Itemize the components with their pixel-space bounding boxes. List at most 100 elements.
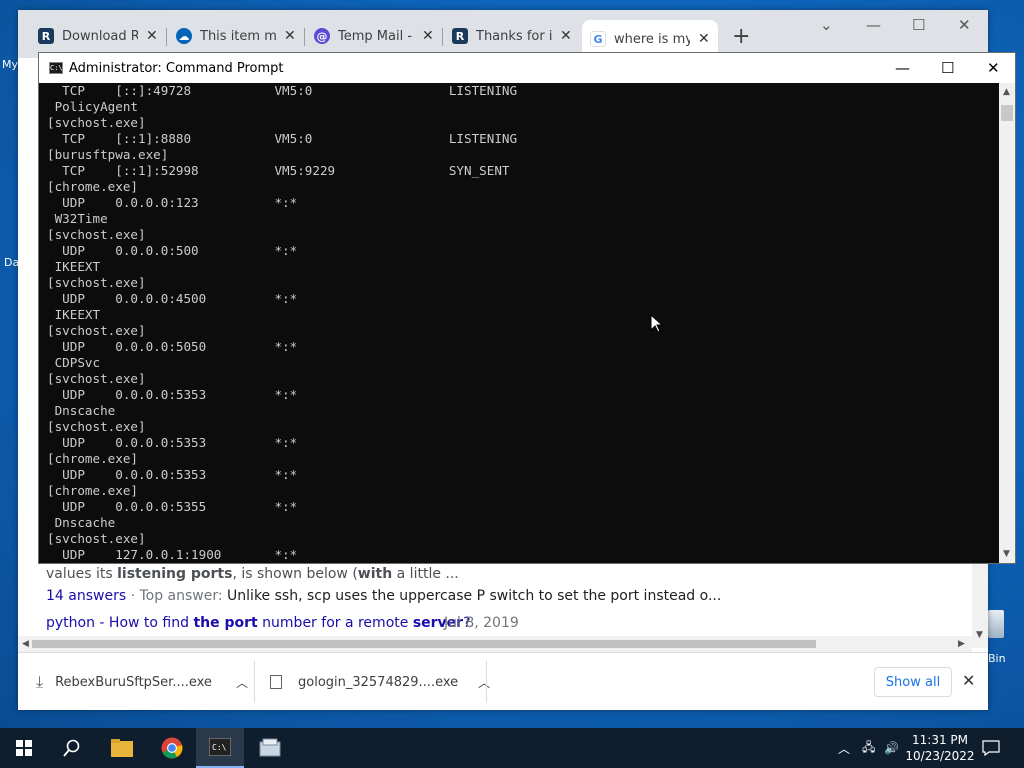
- cmd-output-line: [svchost.exe]: [47, 419, 146, 434]
- recycle-bin-label: Bin: [988, 652, 1006, 665]
- tab-title: where is my b: [614, 31, 690, 47]
- google-icon: G: [590, 31, 606, 47]
- file-explorer-button[interactable]: [98, 728, 146, 768]
- result-answers: 14 answers · Top answer: Unlike ssh, scp…: [46, 588, 722, 604]
- command-prompt-window: C:\ Administrator: Command Prompt — ☐ ✕ …: [38, 52, 1016, 564]
- terminal-icon: C:\: [209, 738, 231, 756]
- cmd-output-line: [burusftpwa.exe]: [47, 147, 169, 162]
- show-hidden-icons[interactable]: ︿: [838, 728, 850, 768]
- svg-text:C:\: C:\: [212, 743, 227, 752]
- cmd-output-line: PolicyAgent: [47, 99, 138, 114]
- chevron-up-icon[interactable]: ︿: [236, 674, 248, 691]
- cmd-output-line: [svchost.exe]: [47, 275, 146, 290]
- app-icon: [259, 738, 281, 757]
- cmd-output-line: TCP [::1]:52998 VM5:9229 SYN_SENT: [47, 163, 510, 178]
- rebex-icon: R: [38, 28, 54, 44]
- browser-tab[interactable]: ☁ This item mig ✕: [168, 22, 304, 50]
- cmd-output-line: W32Time: [47, 211, 108, 226]
- download-item[interactable]: ⤓ RebexBuruSftpSer....exe ︿: [36, 653, 248, 711]
- new-tab-button[interactable]: +: [732, 24, 750, 49]
- window-title: Administrator: Command Prompt: [69, 60, 284, 76]
- scroll-up-icon[interactable]: ▲: [1003, 87, 1010, 97]
- download-bar: ⤓ RebexBuruSftpSer....exe ︿ gologin_3257…: [18, 652, 988, 710]
- desktop-icon-label[interactable]: My: [2, 58, 18, 71]
- maximize-button[interactable]: ☐: [912, 16, 925, 34]
- chrome-button[interactable]: [148, 728, 196, 768]
- cmd-icon: C:\: [49, 62, 63, 74]
- clock-date: 10/23/2022: [905, 749, 975, 763]
- download-item[interactable]: gologin_32574829....exe ︿: [270, 653, 490, 711]
- app-taskbar-button[interactable]: [246, 728, 294, 768]
- chrome-icon: [161, 737, 183, 759]
- close-icon[interactable]: ✕: [560, 28, 572, 44]
- chevron-up-icon[interactable]: ︿: [478, 674, 490, 691]
- cmd-output-line: [svchost.exe]: [47, 323, 146, 338]
- cmd-output-line: UDP 127.0.0.1:1900 *:*: [47, 547, 298, 562]
- tempmail-icon: @: [314, 28, 330, 44]
- file-icon: [270, 675, 282, 689]
- scroll-down-icon[interactable]: ▼: [1003, 549, 1010, 559]
- close-icon[interactable]: ✕: [698, 31, 710, 47]
- notifications-icon[interactable]: [982, 728, 1000, 768]
- close-icon[interactable]: ✕: [962, 671, 975, 690]
- cmd-output-line: IKEEXT: [47, 307, 101, 322]
- clock[interactable]: 11:31 PM 10/23/2022: [904, 732, 976, 764]
- cmd-output-line: UDP 0.0.0.0:4500 *:*: [47, 291, 298, 306]
- show-all-button[interactable]: Show all: [874, 667, 952, 697]
- cmd-scrollbar[interactable]: ▲ ▼: [999, 83, 1015, 563]
- cmd-output-line: [chrome.exe]: [47, 451, 138, 466]
- scroll-right-icon[interactable]: ▶: [958, 639, 965, 649]
- cmd-output-line: Dnscache: [47, 515, 116, 530]
- cmd-output-line: UDP 0.0.0.0:5353 *:*: [47, 435, 298, 450]
- close-button[interactable]: ✕: [987, 59, 1000, 77]
- close-button[interactable]: ✕: [958, 16, 971, 34]
- cmd-title-bar[interactable]: C:\ Administrator: Command Prompt — ☐ ✕: [39, 53, 1015, 83]
- minimize-button[interactable]: —: [866, 16, 881, 34]
- browser-tab[interactable]: R Thanks for ins ✕: [444, 22, 580, 50]
- cmd-output-line: UDP 0.0.0.0:5353 *:*: [47, 467, 298, 482]
- close-icon[interactable]: ✕: [146, 28, 158, 44]
- chevron-down-icon[interactable]: ⌄: [820, 16, 833, 34]
- windows-icon: [16, 740, 32, 756]
- cmd-output-line: [svchost.exe]: [47, 371, 146, 386]
- close-icon[interactable]: ✕: [422, 28, 434, 44]
- scroll-down-icon[interactable]: ▼: [976, 630, 983, 640]
- recycle-bin-icon[interactable]: Bin: [984, 604, 1024, 665]
- notification-icon: [982, 740, 1000, 756]
- cmd-output-line: UDP 0.0.0.0:5355 *:*: [47, 499, 298, 514]
- folder-icon: [111, 739, 133, 757]
- cmd-output-line: UDP 0.0.0.0:5050 *:*: [47, 339, 298, 354]
- result-link[interactable]: python - How to find the port number for…: [46, 615, 471, 631]
- chevron-up-icon[interactable]: ︿: [838, 740, 850, 757]
- cmd-taskbar-button[interactable]: C:\: [196, 728, 244, 768]
- scrollbar-thumb[interactable]: [1001, 105, 1013, 121]
- cmd-output[interactable]: TCP [::]:49728 VM5:0 LISTENING PolicyAge…: [39, 83, 999, 563]
- cmd-output-line: TCP [::]:49728 VM5:0 LISTENING: [47, 83, 518, 98]
- start-button[interactable]: [0, 728, 48, 768]
- result-date: Jul 8, 2019: [444, 615, 519, 631]
- scroll-left-icon[interactable]: ◀: [22, 639, 29, 649]
- horizontal-scrollbar[interactable]: ◀ ▶: [18, 636, 972, 652]
- answers-link[interactable]: 14 answers: [46, 588, 126, 604]
- desktop-icon-label[interactable]: Da: [4, 256, 19, 269]
- network-icon[interactable]: 🖧: [862, 728, 875, 768]
- close-icon[interactable]: ✕: [284, 28, 296, 44]
- download-icon: ⤓: [36, 672, 44, 691]
- mouse-cursor-icon: [650, 314, 662, 333]
- cmd-output-line: [svchost.exe]: [47, 531, 146, 546]
- tab-title: Temp Mail - D: [338, 28, 414, 44]
- onedrive-icon: ☁: [176, 28, 192, 44]
- scrollbar-thumb[interactable]: [32, 640, 816, 648]
- minimize-button[interactable]: —: [895, 59, 910, 77]
- cmd-output-line: [chrome.exe]: [47, 483, 138, 498]
- taskbar: C:\ ︿ 🖧 🔊 11:31 PM 10/23/2022: [0, 728, 1024, 768]
- search-button[interactable]: [48, 728, 96, 768]
- browser-tab[interactable]: R Download Re ✕: [30, 22, 166, 50]
- tab-title: Download Re: [62, 28, 138, 44]
- tab-title: Thanks for ins: [476, 28, 552, 44]
- cmd-output-line: Dnscache: [47, 403, 116, 418]
- volume-icon[interactable]: 🔊: [884, 728, 899, 768]
- maximize-button[interactable]: ☐: [941, 59, 954, 77]
- browser-tab[interactable]: @ Temp Mail - D ✕: [306, 22, 442, 50]
- cmd-output-line: UDP 0.0.0.0:500 *:*: [47, 243, 298, 258]
